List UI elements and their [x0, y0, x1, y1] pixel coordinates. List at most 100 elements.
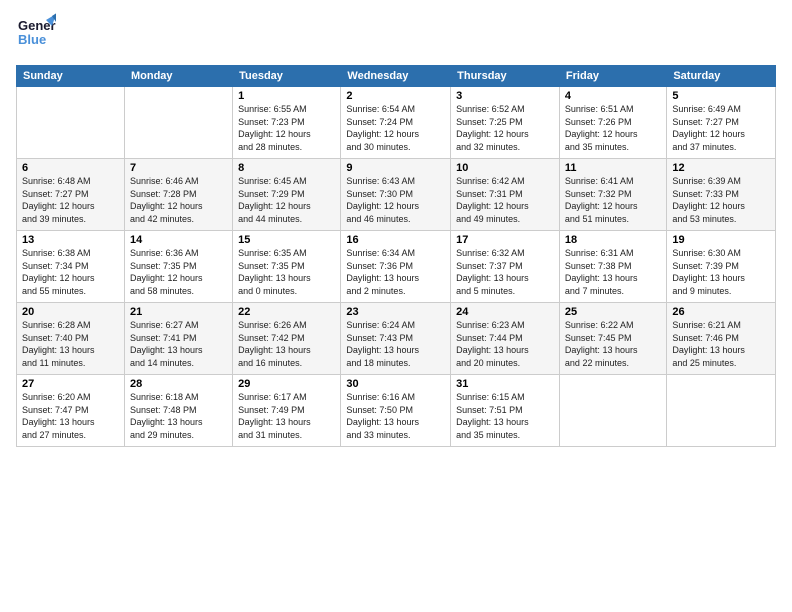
- calendar-day-cell: 7 Sunrise: 6:46 AMSunset: 7:28 PMDaylight…: [124, 159, 232, 231]
- day-info: Sunrise: 6:22 AMSunset: 7:45 PMDaylight:…: [565, 320, 638, 368]
- weekday-header-saturday: Saturday: [667, 66, 776, 87]
- calendar-day-cell: 12 Sunrise: 6:39 AMSunset: 7:33 PMDayligh…: [667, 159, 776, 231]
- day-number: 31: [456, 378, 554, 390]
- day-number: 20: [22, 306, 119, 318]
- day-number: 18: [565, 234, 661, 246]
- calendar-day-cell: 10 Sunrise: 6:42 AMSunset: 7:31 PMDayligh…: [451, 159, 560, 231]
- day-number: 16: [346, 234, 445, 246]
- day-info: Sunrise: 6:54 AMSunset: 7:24 PMDaylight:…: [346, 104, 419, 152]
- svg-text:Blue: Blue: [18, 32, 46, 47]
- weekday-header-monday: Monday: [124, 66, 232, 87]
- day-number: 7: [130, 162, 227, 174]
- day-info: Sunrise: 6:20 AMSunset: 7:47 PMDaylight:…: [22, 392, 95, 440]
- day-info: Sunrise: 6:35 AMSunset: 7:35 PMDaylight:…: [238, 248, 311, 296]
- calendar-day-cell: 17 Sunrise: 6:32 AMSunset: 7:37 PMDayligh…: [451, 231, 560, 303]
- day-info: Sunrise: 6:15 AMSunset: 7:51 PMDaylight:…: [456, 392, 529, 440]
- day-number: 12: [672, 162, 770, 174]
- day-number: 22: [238, 306, 335, 318]
- calendar-day-cell: 25 Sunrise: 6:22 AMSunset: 7:45 PMDayligh…: [559, 303, 666, 375]
- calendar-day-cell: 28 Sunrise: 6:18 AMSunset: 7:48 PMDayligh…: [124, 375, 232, 447]
- weekday-header-row: SundayMondayTuesdayWednesdayThursdayFrid…: [17, 66, 776, 87]
- calendar-row: 1 Sunrise: 6:55 AMSunset: 7:23 PMDaylight…: [17, 87, 776, 159]
- day-number: 26: [672, 306, 770, 318]
- day-info: Sunrise: 6:43 AMSunset: 7:30 PMDaylight:…: [346, 176, 419, 224]
- calendar-day-cell: 30 Sunrise: 6:16 AMSunset: 7:50 PMDayligh…: [341, 375, 451, 447]
- day-info: Sunrise: 6:31 AMSunset: 7:38 PMDaylight:…: [565, 248, 638, 296]
- calendar-day-cell: 9 Sunrise: 6:43 AMSunset: 7:30 PMDaylight…: [341, 159, 451, 231]
- calendar-row: 13 Sunrise: 6:38 AMSunset: 7:34 PMDayligh…: [17, 231, 776, 303]
- day-number: 2: [346, 90, 445, 102]
- calendar-day-cell: 2 Sunrise: 6:54 AMSunset: 7:24 PMDaylight…: [341, 87, 451, 159]
- day-info: Sunrise: 6:46 AMSunset: 7:28 PMDaylight:…: [130, 176, 203, 224]
- day-info: Sunrise: 6:21 AMSunset: 7:46 PMDaylight:…: [672, 320, 745, 368]
- day-number: 27: [22, 378, 119, 390]
- day-info: Sunrise: 6:32 AMSunset: 7:37 PMDaylight:…: [456, 248, 529, 296]
- day-info: Sunrise: 6:38 AMSunset: 7:34 PMDaylight:…: [22, 248, 95, 296]
- day-number: 30: [346, 378, 445, 390]
- calendar-day-cell: 14Sunrise: 6:36 AMSunset: 7:35 PMDayligh…: [124, 231, 232, 303]
- day-info: Sunrise: 6:27 AMSunset: 7:41 PMDaylight:…: [130, 320, 203, 368]
- day-number: 11: [565, 162, 661, 174]
- calendar-day-cell: 5 Sunrise: 6:49 AMSunset: 7:27 PMDaylight…: [667, 87, 776, 159]
- day-number: 29: [238, 378, 335, 390]
- weekday-header-tuesday: Tuesday: [233, 66, 341, 87]
- page: General Blue SundayMondayTuesdayWednesda…: [0, 0, 792, 612]
- day-number: 10: [456, 162, 554, 174]
- calendar-day-cell: 6 Sunrise: 6:48 AMSunset: 7:27 PMDaylight…: [17, 159, 125, 231]
- day-number: 25: [565, 306, 661, 318]
- day-number: 24: [456, 306, 554, 318]
- day-number: 13: [22, 234, 119, 246]
- calendar-row: 6 Sunrise: 6:48 AMSunset: 7:27 PMDaylight…: [17, 159, 776, 231]
- calendar-day-cell: 24 Sunrise: 6:23 AMSunset: 7:44 PMDayligh…: [451, 303, 560, 375]
- day-number: 1: [238, 90, 335, 102]
- calendar-day-cell: 29 Sunrise: 6:17 AMSunset: 7:49 PMDayligh…: [233, 375, 341, 447]
- weekday-header-thursday: Thursday: [451, 66, 560, 87]
- day-info: Sunrise: 6:39 AMSunset: 7:33 PMDaylight:…: [672, 176, 745, 224]
- calendar-day-cell: 4 Sunrise: 6:51 AMSunset: 7:26 PMDaylight…: [559, 87, 666, 159]
- weekday-header-sunday: Sunday: [17, 66, 125, 87]
- day-info: Sunrise: 6:51 AMSunset: 7:26 PMDaylight:…: [565, 104, 638, 152]
- calendar-empty-cell: [559, 375, 666, 447]
- header: General Blue: [16, 12, 776, 57]
- calendar-empty-cell: [17, 87, 125, 159]
- day-info: Sunrise: 6:24 AMSunset: 7:43 PMDaylight:…: [346, 320, 419, 368]
- weekday-header-friday: Friday: [559, 66, 666, 87]
- day-number: 21: [130, 306, 227, 318]
- calendar-day-cell: 15Sunrise: 6:35 AMSunset: 7:35 PMDayligh…: [233, 231, 341, 303]
- calendar-day-cell: 16 Sunrise: 6:34 AMSunset: 7:36 PMDayligh…: [341, 231, 451, 303]
- logo: General Blue: [16, 12, 56, 57]
- calendar-day-cell: 27 Sunrise: 6:20 AMSunset: 7:47 PMDayligh…: [17, 375, 125, 447]
- calendar-day-cell: 3Sunrise: 6:52 AMSunset: 7:25 PMDaylight…: [451, 87, 560, 159]
- logo-icon: General Blue: [16, 12, 56, 57]
- day-info: Sunrise: 6:45 AMSunset: 7:29 PMDaylight:…: [238, 176, 311, 224]
- calendar-empty-cell: [667, 375, 776, 447]
- day-info: Sunrise: 6:52 AMSunset: 7:25 PMDaylight:…: [456, 104, 529, 152]
- day-number: 5: [672, 90, 770, 102]
- day-number: 28: [130, 378, 227, 390]
- calendar-table: SundayMondayTuesdayWednesdayThursdayFrid…: [16, 65, 776, 447]
- day-number: 6: [22, 162, 119, 174]
- calendar-day-cell: 18 Sunrise: 6:31 AMSunset: 7:38 PMDayligh…: [559, 231, 666, 303]
- weekday-header-wednesday: Wednesday: [341, 66, 451, 87]
- day-info: Sunrise: 6:23 AMSunset: 7:44 PMDaylight:…: [456, 320, 529, 368]
- day-info: Sunrise: 6:42 AMSunset: 7:31 PMDaylight:…: [456, 176, 529, 224]
- day-info: Sunrise: 6:17 AMSunset: 7:49 PMDaylight:…: [238, 392, 311, 440]
- calendar-day-cell: 8Sunrise: 6:45 AMSunset: 7:29 PMDaylight…: [233, 159, 341, 231]
- day-info: Sunrise: 6:28 AMSunset: 7:40 PMDaylight:…: [22, 320, 95, 368]
- day-number: 4: [565, 90, 661, 102]
- day-info: Sunrise: 6:16 AMSunset: 7:50 PMDaylight:…: [346, 392, 419, 440]
- calendar-empty-cell: [124, 87, 232, 159]
- day-info: Sunrise: 6:18 AMSunset: 7:48 PMDaylight:…: [130, 392, 203, 440]
- day-info: Sunrise: 6:55 AMSunset: 7:23 PMDaylight:…: [238, 104, 311, 152]
- day-info: Sunrise: 6:41 AMSunset: 7:32 PMDaylight:…: [565, 176, 638, 224]
- day-info: Sunrise: 6:36 AMSunset: 7:35 PMDaylight:…: [130, 248, 203, 296]
- day-info: Sunrise: 6:48 AMSunset: 7:27 PMDaylight:…: [22, 176, 95, 224]
- day-number: 17: [456, 234, 554, 246]
- day-info: Sunrise: 6:34 AMSunset: 7:36 PMDaylight:…: [346, 248, 419, 296]
- calendar-day-cell: 31 Sunrise: 6:15 AMSunset: 7:51 PMDayligh…: [451, 375, 560, 447]
- day-info: Sunrise: 6:30 AMSunset: 7:39 PMDaylight:…: [672, 248, 745, 296]
- calendar-day-cell: 1 Sunrise: 6:55 AMSunset: 7:23 PMDaylight…: [233, 87, 341, 159]
- day-info: Sunrise: 6:49 AMSunset: 7:27 PMDaylight:…: [672, 104, 745, 152]
- day-number: 9: [346, 162, 445, 174]
- calendar-day-cell: 26 Sunrise: 6:21 AMSunset: 7:46 PMDayligh…: [667, 303, 776, 375]
